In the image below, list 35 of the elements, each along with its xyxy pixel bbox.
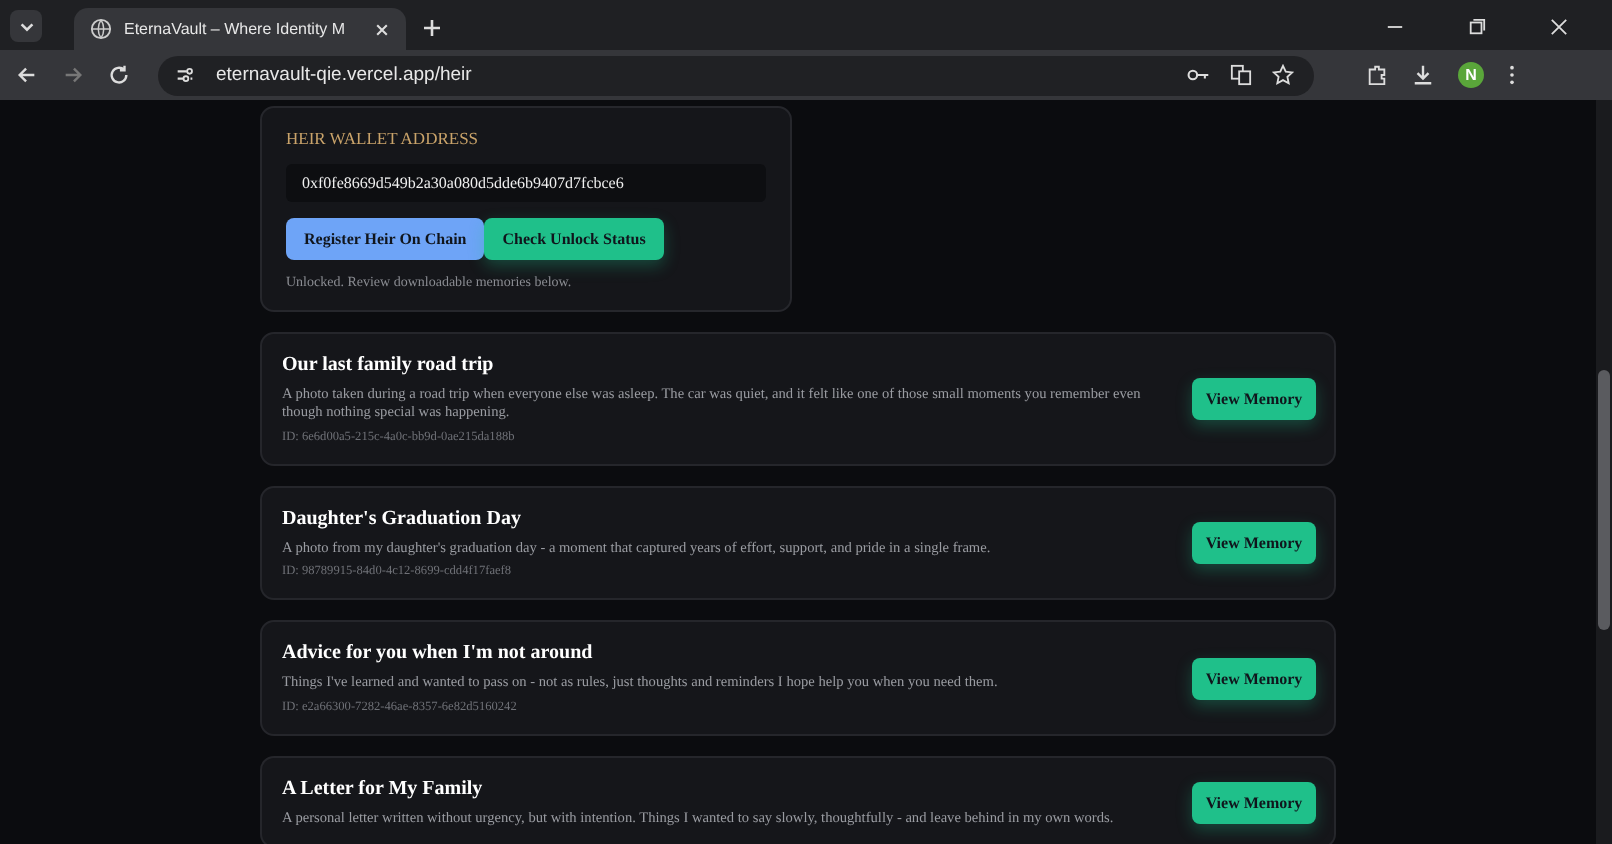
view-memory-button[interactable]: View Memory	[1192, 522, 1316, 565]
key-icon[interactable]	[1186, 66, 1210, 84]
close-icon[interactable]	[1550, 18, 1568, 36]
wallet-address-field[interactable]: 0xf0fe8669d549b2a30a080d5dde6b9407d7fcbce6	[286, 164, 766, 202]
new-tab-icon[interactable]	[422, 18, 442, 38]
view-memory-button[interactable]: View Memory	[1192, 377, 1316, 420]
scrollbar[interactable]	[1596, 100, 1612, 844]
forward-icon[interactable]	[62, 64, 84, 86]
address-field[interactable]: eternavault-qie.vercel.app/heir	[158, 55, 1314, 95]
close-icon[interactable]	[374, 21, 390, 37]
view-memory-button[interactable]: View Memory	[1192, 781, 1316, 824]
back-icon[interactable]	[16, 64, 38, 86]
chevron-down-icon	[17, 17, 35, 35]
url-text: eternavault-qie.vercel.app/heir	[216, 64, 472, 86]
reload-icon[interactable]	[108, 64, 130, 86]
restore-icon[interactable]	[1468, 18, 1486, 36]
extensions-icon[interactable]	[1366, 64, 1388, 86]
menu-icon[interactable]	[1508, 64, 1516, 86]
memory-title: Daughter's Graduation Day	[282, 507, 523, 530]
memory-title: Advice for you when I'm not around	[282, 642, 595, 665]
tab-title: EternaVault – Where Identity M	[124, 20, 348, 38]
download-icon[interactable]	[1412, 64, 1434, 86]
memory-title: A Letter for My Family	[282, 777, 485, 800]
view-memory-button[interactable]: View Memory	[1192, 657, 1316, 700]
translate-icon[interactable]	[1230, 64, 1252, 86]
memory-title: Our last family road trip	[282, 354, 496, 376]
star-icon[interactable]	[1272, 64, 1294, 86]
browser-tab[interactable]: EternaVault – Where Identity M	[74, 8, 406, 50]
register-heir-button[interactable]: Register Heir On Chain	[286, 218, 485, 260]
check-status-button[interactable]: Check Unlock Status	[484, 218, 664, 260]
globe-icon	[90, 18, 112, 40]
scrollbar-thumb[interactable]	[1598, 370, 1610, 630]
wallet-address-label: HEIR WALLET ADDRESS	[286, 128, 481, 148]
site-settings-icon[interactable]	[174, 64, 196, 86]
tab-list-button[interactable]	[10, 10, 42, 42]
